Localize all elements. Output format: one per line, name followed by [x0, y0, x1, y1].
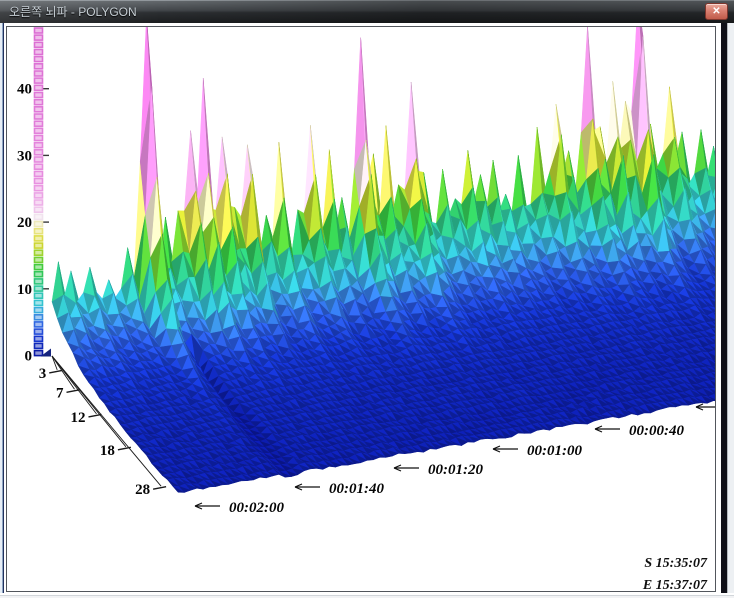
window-title: 오른쪽 뇌파 - POLYGON: [0, 3, 137, 20]
surface-chart: 0102030403712182800:02:0000:01:4000:01:2…: [7, 27, 715, 591]
close-icon: ✕: [712, 6, 720, 17]
surface-facet: [707, 146, 715, 178]
close-button[interactable]: ✕: [705, 3, 728, 20]
surface-facet: [474, 175, 486, 202]
title-bar[interactable]: 오른쪽 뇌파 - POLYGON ✕: [0, 0, 734, 23]
app-window: 오른쪽 뇌파 - POLYGON ✕ 0102030403712182800:0…: [0, 0, 734, 598]
plot-area: 0102030403712182800:02:0000:01:4000:01:2…: [6, 26, 716, 592]
